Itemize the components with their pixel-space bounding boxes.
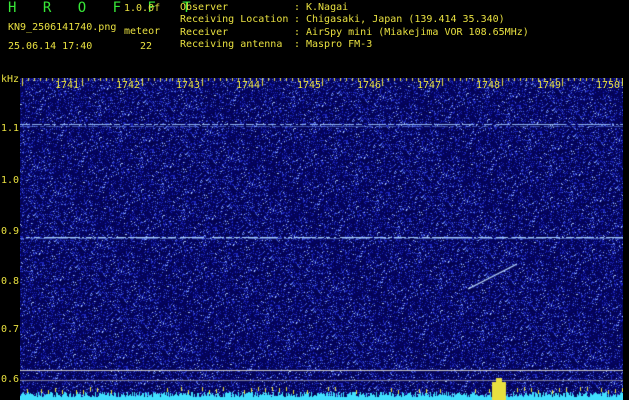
spectrogram-canvas [20,78,623,400]
x-tick-label: 1743 [176,80,201,91]
x-tick-label: 1741 [55,80,80,91]
y-tick-label: 0.7 [1,324,20,335]
meteor-count: 22 [140,41,153,52]
y-tick-label: 0.6 [1,374,20,385]
x-tick-label: 1749 [537,80,562,91]
x-tick-label: 1747 [417,80,442,91]
app-title: H R O F F T [8,0,200,16]
info-row-location: Receiving Location: Chigasaki, Japan (139… [180,14,505,26]
info-row-antenna: Receiving antenna: Maspro FM-3 [180,39,373,51]
x-tick-label: 1750 [596,80,621,91]
y-tick-label: 1.0 [1,175,20,186]
x-tick-label: 1744 [236,80,261,91]
y-tick-label: 0.8 [1,276,20,287]
x-tick-label: 1748 [476,80,501,91]
y-tick-label: 1.1 [1,123,20,134]
filename-label: KN9_2506141740.png [8,22,117,33]
version-label: 1.0.0f [124,3,161,14]
info-row-observer: Observer: K.Nagai [180,2,349,13]
y-axis-unit: kHz [1,74,20,85]
x-tick-label: 1746 [357,80,382,91]
info-row-receiver: Receiver: AirSpy mini (Miakejima VOR 108.… [180,26,529,38]
station-info: Observer: K.Nagai Receiving Location: Chig… [180,2,529,52]
x-tick-label: 1745 [297,80,322,91]
x-tick-label: 1742 [116,80,141,91]
datetime-label: 25.06.14 17:40 [8,41,93,52]
y-tick-label: 0.9 [1,226,20,237]
meteor-label: meteor [124,26,161,37]
